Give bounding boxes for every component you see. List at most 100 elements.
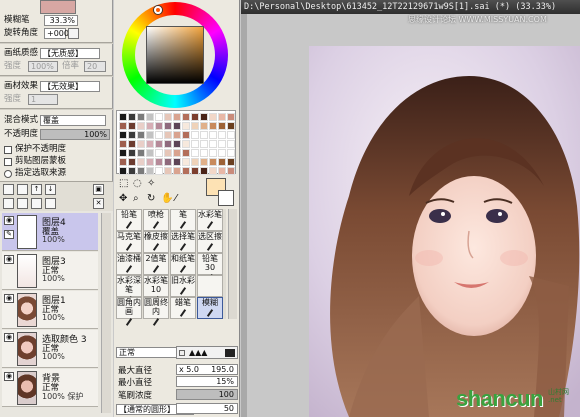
new-layer-icon[interactable]	[3, 184, 14, 195]
rotation-reset-button[interactable]	[68, 28, 79, 39]
color-swatch[interactable]	[119, 113, 127, 121]
opacity-slider[interactable]: 100%	[40, 129, 110, 140]
color-swatch[interactable]	[200, 122, 208, 130]
color-swatch[interactable]	[227, 167, 235, 175]
saturation-value-square[interactable]	[146, 26, 204, 84]
color-swatch[interactable]	[164, 167, 172, 175]
brush-shape-value[interactable]: 50	[176, 403, 238, 414]
rotate-icon[interactable]: ↻	[147, 193, 155, 204]
color-swatch[interactable]	[146, 131, 154, 139]
hand-icon[interactable]: ✋	[161, 193, 173, 204]
color-swatch[interactable]	[182, 131, 190, 139]
eye-icon[interactable]: ◉	[4, 255, 14, 264]
brush-tool[interactable]: 马克笔	[116, 231, 142, 253]
new-folder-icon[interactable]	[17, 184, 28, 195]
layer-up-icon[interactable]: ↑	[31, 184, 42, 195]
color-swatch[interactable]	[146, 140, 154, 148]
brush-tool[interactable]: 和纸笔	[170, 253, 196, 275]
transfer-icon[interactable]	[3, 198, 14, 209]
color-swatch[interactable]	[191, 122, 199, 130]
color-swatch[interactable]	[146, 167, 154, 175]
color-swatch[interactable]	[209, 158, 217, 166]
color-swatch[interactable]	[191, 158, 199, 166]
color-swatch[interactable]	[227, 158, 235, 166]
preset-icon[interactable]	[225, 349, 235, 357]
eye-icon[interactable]: ◉	[4, 216, 14, 225]
color-swatch[interactable]	[128, 113, 136, 121]
layer-item[interactable]: ◉ 图层3 正常 100%	[2, 252, 98, 290]
color-swatch[interactable]	[209, 131, 217, 139]
select-source-checkbox[interactable]	[4, 170, 12, 178]
preview-thumbnail[interactable]	[40, 0, 76, 14]
color-swatch[interactable]	[218, 158, 226, 166]
color-swatch[interactable]	[164, 131, 172, 139]
color-swatch[interactable]	[137, 122, 145, 130]
color-swatch[interactable]	[155, 140, 163, 148]
color-swatch[interactable]	[227, 113, 235, 121]
color-swatch-grid[interactable]	[116, 110, 236, 175]
color-swatch[interactable]	[182, 140, 190, 148]
color-swatch[interactable]	[155, 149, 163, 157]
eye-icon[interactable]: ◉	[4, 372, 14, 381]
blend-mode-select[interactable]: 覆盖	[40, 115, 106, 126]
color-swatch[interactable]	[137, 149, 145, 157]
color-swatch[interactable]	[209, 113, 217, 121]
color-swatch[interactable]	[200, 113, 208, 121]
brush-tool[interactable]: 水彩笔	[197, 209, 223, 231]
brush-tool[interactable]: 笔	[170, 209, 196, 231]
layer-item[interactable]: ◉ ✎ 图层4 覆盖 100%	[2, 213, 98, 251]
color-swatch[interactable]	[191, 131, 199, 139]
color-swatch[interactable]	[173, 149, 181, 157]
color-swatch[interactable]	[146, 113, 154, 121]
color-swatch[interactable]	[146, 122, 154, 130]
color-swatch[interactable]	[191, 149, 199, 157]
canvas-title-bar[interactable]: D:\Personal\Desktop\613452_12T22129671w9…	[241, 0, 580, 14]
brush-tool[interactable]: 铅笔30	[197, 253, 223, 282]
color-swatch[interactable]	[182, 113, 190, 121]
color-swatch[interactable]	[155, 113, 163, 121]
density-field[interactable]: 100	[176, 389, 238, 400]
brush-tool[interactable]: 2值笔	[143, 253, 169, 275]
min-size-field[interactable]: 15%	[176, 376, 238, 387]
color-swatch[interactable]	[119, 149, 127, 157]
brush-tool[interactable]: 蜡笔	[170, 297, 196, 319]
color-swatch[interactable]	[128, 167, 136, 175]
brush-tool[interactable]: 圆周终内	[143, 297, 169, 326]
layer-scrollbar[interactable]	[101, 213, 111, 413]
color-swatch[interactable]	[137, 140, 145, 148]
color-swatch[interactable]	[128, 122, 136, 130]
zoom-icon[interactable]: ⌕	[133, 193, 139, 204]
color-swatch[interactable]	[182, 122, 190, 130]
layer-item[interactable]: ◉ 图层1 正常 100%	[2, 291, 98, 329]
color-swatch[interactable]	[200, 140, 208, 148]
color-swatch[interactable]	[227, 149, 235, 157]
color-swatch[interactable]	[146, 149, 154, 157]
tool-scrollbar[interactable]	[228, 209, 237, 319]
color-swatch[interactable]	[119, 158, 127, 166]
secondary-color-box[interactable]	[218, 190, 234, 206]
lasso-icon[interactable]: ◌	[133, 178, 142, 189]
brush-tool[interactable]: 橡皮擦	[143, 231, 169, 253]
color-swatch[interactable]	[173, 158, 181, 166]
color-swatch[interactable]	[137, 158, 145, 166]
color-swatch[interactable]	[137, 113, 145, 121]
color-swatch[interactable]	[227, 122, 235, 130]
color-swatch[interactable]	[119, 140, 127, 148]
brush-tool[interactable]: 水彩深笔	[116, 275, 142, 304]
color-swatch[interactable]	[209, 140, 217, 148]
color-swatch[interactable]	[209, 149, 217, 157]
color-swatch[interactable]	[173, 122, 181, 130]
color-swatch[interactable]	[200, 149, 208, 157]
color-swatch[interactable]	[164, 149, 172, 157]
clear-layer-icon[interactable]	[45, 198, 56, 209]
color-swatch[interactable]	[155, 167, 163, 175]
color-swatch[interactable]	[128, 149, 136, 157]
layer-item[interactable]: ◉ 背景 正常 100% 保护	[2, 369, 98, 407]
color-swatch[interactable]	[191, 140, 199, 148]
color-swatch[interactable]	[191, 167, 199, 175]
color-swatch[interactable]	[227, 131, 235, 139]
color-swatch[interactable]	[164, 158, 172, 166]
max-size-field[interactable]: x 5.0 195.0	[176, 364, 238, 375]
color-swatch[interactable]	[128, 140, 136, 148]
color-swatch[interactable]	[209, 167, 217, 175]
